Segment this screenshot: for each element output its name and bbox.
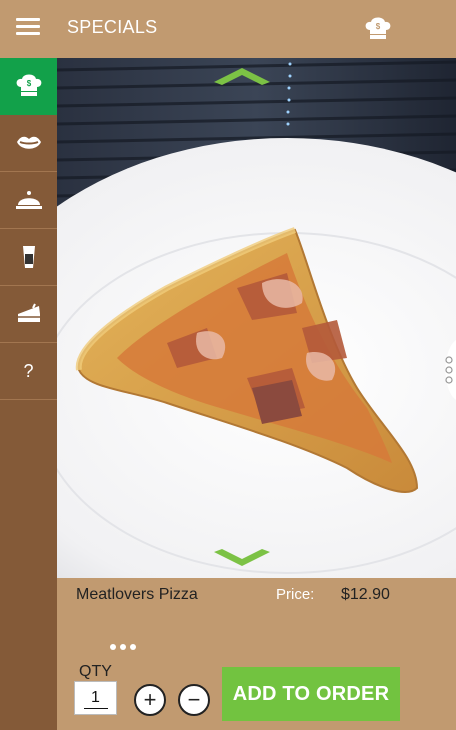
three-dots-icon[interactable] — [110, 637, 146, 650]
svg-text:$: $ — [376, 22, 381, 31]
increase-qty-button[interactable]: + — [134, 684, 166, 716]
svg-text:$: $ — [26, 79, 31, 88]
lips-appetizers-icon — [16, 136, 41, 149]
price-value: $12.90 — [341, 586, 390, 603]
page-title: SPECIALS — [67, 17, 158, 37]
sidebar-item-appetizers[interactable] — [0, 115, 57, 172]
chevron-down-icon[interactable] — [212, 548, 272, 575]
add-to-order-button[interactable]: ADD TO ORDER — [222, 667, 400, 721]
decrease-qty-button[interactable]: − — [178, 684, 210, 716]
chef-hat-price-icon[interactable]: $ — [362, 14, 394, 42]
sidebar-item-specials[interactable]: $ — [0, 58, 57, 115]
order-panel: Meatlovers Pizza Price: $12.90 QTY + − A… — [57, 578, 456, 730]
cake-slice-dessert-icon — [17, 303, 40, 322]
category-sidebar: $ ? — [0, 58, 57, 730]
sidebar-item-entrees[interactable] — [0, 172, 57, 229]
sidebar-item-help[interactable]: ? — [0, 343, 57, 400]
sidebar-item-desserts[interactable] — [0, 286, 57, 343]
hamburger-menu-icon[interactable] — [14, 15, 42, 39]
pizza-slice-3d-model — [57, 58, 456, 578]
top-bar: SPECIALS $ — [0, 0, 456, 58]
vertical-dots-handle-icon[interactable] — [438, 340, 456, 405]
serving-cloche-entrees-icon — [15, 191, 42, 209]
qty-underline — [84, 708, 108, 709]
quantity-input[interactable] — [74, 681, 117, 715]
price-label: Price: — [276, 586, 315, 603]
chevron-up-icon[interactable] — [212, 64, 272, 91]
question-help-icon: ? — [23, 360, 34, 381]
chef-hat-specials-icon: $ — [16, 74, 41, 96]
item-3d-viewer[interactable] — [57, 58, 456, 578]
product-name: Meatlovers Pizza — [76, 586, 198, 603]
drink-glass-icon — [22, 246, 35, 268]
qty-label: QTY — [79, 663, 112, 680]
sidebar-item-drinks[interactable] — [0, 229, 57, 286]
